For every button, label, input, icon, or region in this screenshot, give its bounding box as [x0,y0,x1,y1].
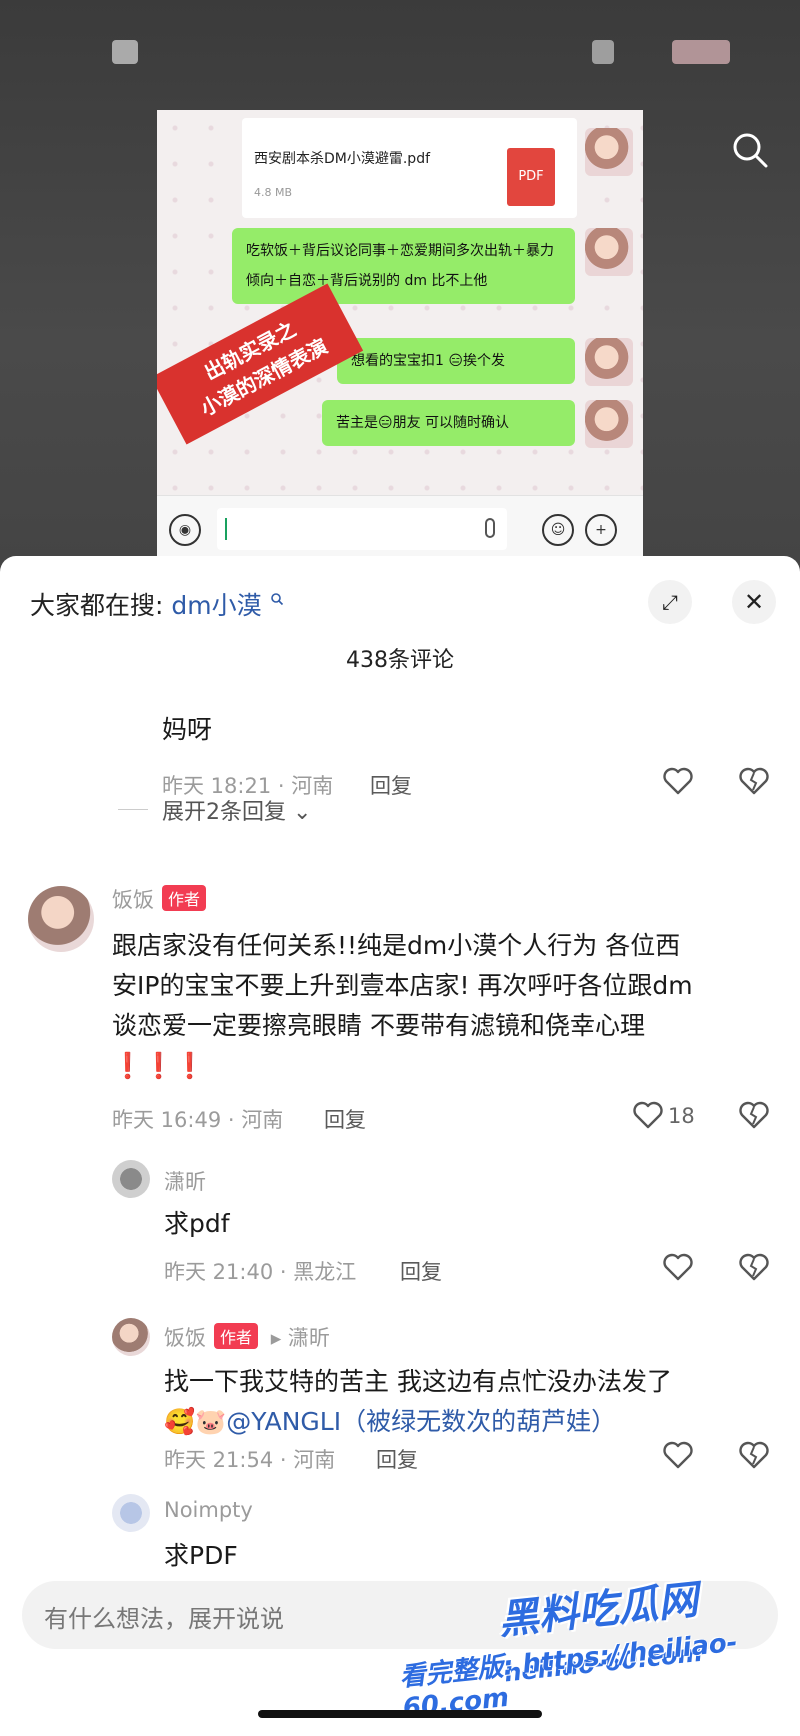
comment-author[interactable]: 饭饭 作者 ▸ 潇昕 [164,1322,330,1352]
mention-link[interactable]: @YANGLI（被绿无数次的葫芦娃） [226,1407,616,1436]
comment-line: 🥰🐷@YANGLI（被绿无数次的葫芦娃） [164,1402,672,1442]
file-size: 4.8 MB [254,186,293,199]
chat-avatar [585,128,633,176]
small-search-icon [270,593,283,606]
pdf-icon: PDF [507,148,555,206]
comments-sheet: 大家都在搜: dm小漠 ⤢ ✕ 438条评论 妈呀 昨天 18:21 · 河南 … [0,556,800,1736]
chat-avatar [585,338,633,386]
file-name: 西安剧本杀DM小漠避雷.pdf [254,151,431,167]
comment-text: 求PDF [164,1541,238,1570]
avatar[interactable] [28,886,94,952]
comment-text: 求pdf [164,1209,230,1238]
avatar[interactable] [112,1160,150,1198]
home-indicator [258,1710,542,1718]
pdf-file-card: 西安剧本杀DM小漠避雷.pdf 4.8 MB PDF [242,118,577,218]
chat-bubble: 吃软饭＋背后议论同事＋恋爱期间多次出轨＋暴力倾向＋自恋＋背后说别的 dm 比不上… [232,228,575,304]
comment-line: ❗❗❗ [112,1051,206,1080]
chevron-down-icon: ⌄ [293,800,312,825]
expand-replies-button[interactable]: 展开2条回复 ⌄ [162,794,311,826]
comment-author[interactable]: Noimpty [164,1498,253,1522]
status-badge-icon [592,40,614,64]
emoji: 🥰🐷 [164,1407,227,1436]
status-left-icon [112,40,138,64]
expand-sheet-button[interactable]: ⤢ [648,580,692,624]
heart-icon[interactable] [662,766,694,796]
broken-heart-icon[interactable] [738,1252,770,1282]
comment-line: 谈恋爱一定要擦亮眼睛 不要带有滤镜和侥幸心理 [112,1011,645,1040]
author-badge: 作者 [162,885,207,911]
chat-screenshot: 西安剧本杀DM小漠避雷.pdf 4.8 MB PDF 吃软饭＋背后议论同事＋恋爱… [157,110,643,562]
emoji-icon: ☺ [542,514,574,546]
mic-icon [485,518,495,538]
heart-icon[interactable] [662,1440,694,1470]
text-caret [225,518,227,540]
chat-bubble: 苦主是😑朋友 可以随时确认 [322,400,575,446]
broken-heart-icon[interactable] [738,1100,770,1130]
comment-text: 妈呀 [162,715,213,744]
status-right-icon [672,40,730,64]
author-name: 饭饭 [164,1326,206,1350]
author-badge: 作者 [214,1323,259,1349]
comment-author[interactable]: 潇昕 [164,1166,206,1196]
expand-replies-label: 展开2条回复 [162,800,286,825]
chat-avatar [585,228,633,276]
chat-input-bar: ◉ ☺ + [157,495,643,562]
comment-line: 安IP的宝宝不要上升到壹本店家! 再次呼吁各位跟dm [112,971,693,1000]
reply-button[interactable]: 回复 [324,1104,366,1134]
chat-text-field [217,508,507,550]
comment-time: 昨天 21:54 · 河南 [164,1448,336,1472]
comment-count: 438条评论 [346,648,454,673]
hot-search-prefix: 大家都在搜: [30,591,164,620]
search-icon[interactable] [730,130,770,170]
comment-text: 跟店家没有任何关系!!纯是dm小漠个人行为 各位西 安IP的宝宝不要上升到壹本店… [112,926,693,1086]
broken-heart-icon[interactable] [738,766,770,796]
close-button[interactable]: ✕ [732,580,776,624]
chat-avatar [585,400,633,448]
reply-to: ▸ 潇昕 [270,1326,330,1350]
heart-icon[interactable] [632,1100,664,1130]
reply-button[interactable]: 回复 [370,770,412,800]
broken-heart-icon[interactable] [738,1440,770,1470]
heart-icon[interactable] [662,1252,694,1282]
hot-search-keyword[interactable]: dm小漠 [171,591,261,620]
avatar[interactable] [112,1318,150,1356]
reply-button[interactable]: 回复 [376,1444,418,1474]
reply-button[interactable]: 回复 [400,1256,442,1286]
hot-search[interactable]: 大家都在搜: dm小漠 [30,586,284,622]
divider-line [118,809,148,810]
chat-bubble: 想看的宝宝扣1 😑挨个发 [337,338,575,384]
plus-icon: + [585,514,617,546]
voice-icon: ◉ [169,514,201,546]
avatar[interactable] [112,1494,150,1532]
comment-text: 找一下我艾特的苦主 我这边有点忙没办法发了 🥰🐷@YANGLI（被绿无数次的葫芦… [164,1362,672,1442]
comment-line: 跟店家没有任何关系!!纯是dm小漠个人行为 各位西 [112,931,681,960]
comment-input-placeholder: 有什么想法，展开说说 [44,1605,284,1633]
comment-time: 昨天 21:40 · 黑龙江 [164,1260,357,1284]
author-name: 饭饭 [112,888,154,912]
comment-time: 昨天 16:49 · 河南 [112,1108,284,1132]
like-count: 18 [668,1104,695,1128]
comment-line: 找一下我艾特的苦主 我这边有点忙没办法发了 [164,1367,672,1396]
comment-author[interactable]: 饭饭 作者 [112,884,207,914]
